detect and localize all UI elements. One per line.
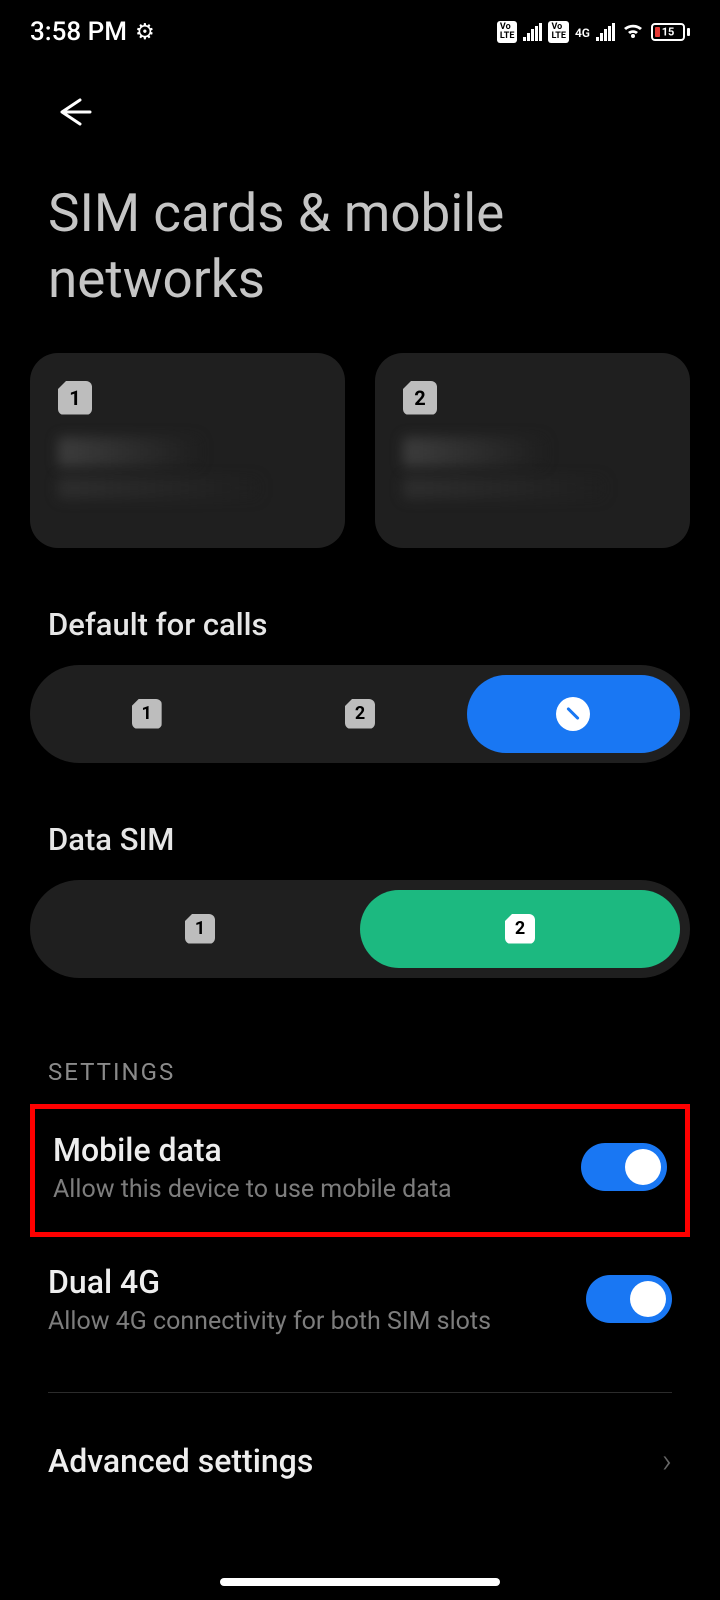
default-calls-none[interactable] <box>467 675 680 753</box>
advanced-settings-title: Advanced settings <box>48 1442 313 1480</box>
sim1-name-redacted <box>58 437 200 467</box>
default-calls-sim1[interactable]: 1 <box>40 675 253 753</box>
dual-4g-title: Dual 4G <box>48 1263 491 1301</box>
mobile-data-title: Mobile data <box>53 1131 452 1169</box>
mobile-data-subtitle: Allow this device to use mobile data <box>53 1175 452 1204</box>
page-title: SIM cards & mobile networks <box>0 150 720 353</box>
sim-chip-icon: 2 <box>505 914 535 944</box>
back-button[interactable] <box>48 121 96 140</box>
sim-chip-icon: 1 <box>132 699 162 729</box>
mobile-data-row[interactable]: Mobile data Allow this device to use mob… <box>30 1104 690 1237</box>
data-sim-sim1[interactable]: 1 <box>40 890 360 968</box>
data-sim-label: Data SIM <box>0 763 720 880</box>
status-time: 3:58 PM <box>30 17 127 47</box>
default-calls-label: Default for calls <box>0 548 720 665</box>
sim-chip-icon: 1 <box>58 381 92 415</box>
dual-4g-row[interactable]: Dual 4G Allow 4G connectivity for both S… <box>0 1237 720 1368</box>
data-sim-sim2[interactable]: 2 <box>360 890 680 968</box>
default-calls-selector: 1 2 <box>30 665 690 763</box>
settings-icon: ⚙ <box>135 20 155 45</box>
home-indicator[interactable] <box>220 1578 500 1586</box>
dual-4g-toggle[interactable] <box>586 1275 672 1323</box>
settings-section-header: SETTINGS <box>0 978 720 1104</box>
battery-icon: 15 <box>651 23 690 41</box>
volte-icon-sim2: VoLTE <box>548 21 569 43</box>
sim2-number-redacted <box>403 477 605 499</box>
wifi-icon <box>621 18 645 46</box>
sim1-number-redacted <box>58 477 260 499</box>
signal-icon-sim1 <box>523 23 542 41</box>
sim-card-2[interactable]: 2 <box>375 353 690 548</box>
signal-icon-sim2 <box>596 23 615 41</box>
sim2-name-redacted <box>403 437 545 467</box>
default-calls-sim2[interactable]: 2 <box>253 675 466 753</box>
no-default-icon <box>556 697 590 731</box>
data-sim-selector: 1 2 <box>30 880 690 978</box>
status-bar: 3:58 PM ⚙ VoLTE VoLTE 4G 15 <box>0 0 720 60</box>
sim-chip-icon: 1 <box>185 914 215 944</box>
advanced-settings-row[interactable]: Advanced settings › <box>0 1393 720 1481</box>
volte-icon-sim1: VoLTE <box>497 21 518 43</box>
chevron-right-icon: › <box>662 1441 672 1481</box>
network-type-icon: 4G <box>575 27 590 37</box>
mobile-data-toggle[interactable] <box>581 1143 667 1191</box>
sim-chip-icon: 2 <box>403 381 437 415</box>
sim-card-1[interactable]: 1 <box>30 353 345 548</box>
sim-chip-icon: 2 <box>345 699 375 729</box>
dual-4g-subtitle: Allow 4G connectivity for both SIM slots <box>48 1307 491 1336</box>
sim-card-row: 1 2 <box>0 353 720 548</box>
